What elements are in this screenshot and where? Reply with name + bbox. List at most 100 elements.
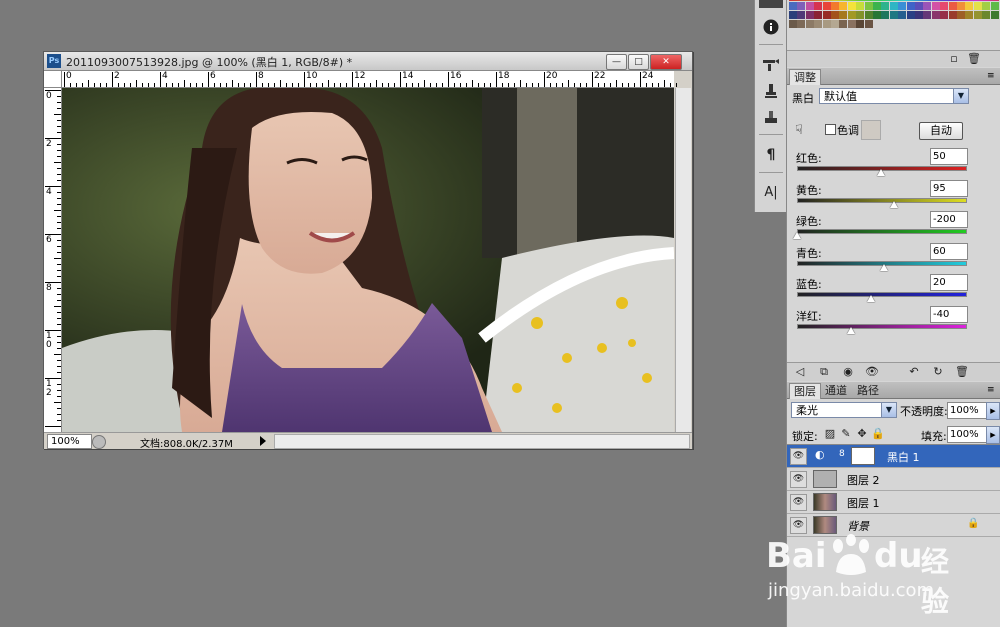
eye-icon[interactable]: 👁 (790, 448, 807, 465)
color-swatch[interactable] (923, 11, 932, 19)
color-swatch[interactable] (847, 2, 856, 10)
color-swatch[interactable] (856, 11, 865, 19)
slider-track[interactable] (797, 229, 967, 234)
vertical-ruler[interactable]: 0 2 4 6 8 10 12 (44, 88, 62, 433)
slider-thumb[interactable] (793, 232, 801, 239)
color-swatch[interactable] (881, 2, 890, 10)
tint-checkbox[interactable] (825, 124, 836, 135)
horizontal-ruler[interactable]: 0 2 4 6 8 10 12 14 16 18 20 22 24 (62, 71, 677, 88)
color-swatch[interactable] (982, 2, 991, 10)
slider-track[interactable] (797, 323, 967, 329)
status-arrow-icon[interactable] (260, 436, 266, 446)
eye-icon[interactable]: 👁 (790, 494, 807, 511)
slider-value-field[interactable]: 20 (930, 274, 968, 291)
panel-menu-icon[interactable]: ≡ (987, 71, 995, 81)
clip-layer-icon[interactable]: ◉ (841, 365, 855, 379)
color-swatch[interactable] (805, 2, 814, 10)
tint-color-swatch[interactable] (861, 120, 881, 140)
eye-icon[interactable]: 👁 (790, 471, 807, 488)
layer-row-2[interactable]: 👁 图层 2 (787, 468, 1000, 491)
color-swatch[interactable] (990, 2, 999, 10)
color-swatch[interactable] (797, 2, 806, 10)
auto-button[interactable]: 自动 (919, 122, 963, 140)
color-swatch[interactable] (915, 11, 923, 19)
slider-thumb[interactable] (880, 263, 889, 271)
expand-view-icon[interactable]: ⧉ (817, 365, 831, 379)
preset-select[interactable]: 默认值 ▼ (819, 88, 969, 104)
color-swatch[interactable] (822, 2, 831, 10)
color-swatch[interactable] (923, 2, 932, 10)
color-swatch[interactable] (982, 11, 991, 19)
color-swatch[interactable] (814, 20, 823, 28)
layer-mask-thumbnail[interactable] (851, 447, 875, 465)
color-swatch[interactable] (805, 20, 814, 28)
panel-menu-icon[interactable]: ≡ (987, 385, 995, 395)
document-window[interactable]: Ps 2011093007513928.jpg @ 100% (黑白 1, RG… (43, 51, 693, 450)
minimize-button[interactable]: — (606, 54, 627, 70)
color-swatch[interactable] (915, 2, 923, 10)
color-swatch[interactable] (931, 11, 940, 19)
layer-name[interactable]: 黑白 1 (887, 449, 920, 465)
color-swatch[interactable] (847, 11, 856, 19)
layer-name[interactable]: 图层 1 (847, 495, 880, 511)
back-icon[interactable]: ◁ (793, 365, 807, 379)
color-swatch[interactable] (948, 2, 957, 10)
layer-row-1[interactable]: 👁 图层 1 (787, 491, 1000, 514)
color-swatch[interactable] (881, 11, 890, 19)
swatch-row-top[interactable] (789, 0, 999, 1)
color-swatch[interactable] (797, 20, 806, 28)
status-menu-icon[interactable] (92, 435, 106, 449)
restore-button[interactable]: □ (628, 54, 649, 70)
color-swatch[interactable] (864, 2, 873, 10)
visibility-icon[interactable]: 👁 (865, 365, 879, 379)
color-swatch[interactable] (973, 11, 982, 19)
slider-value-field[interactable]: -40 (930, 305, 968, 323)
slider-thumb[interactable] (890, 200, 899, 208)
color-swatch[interactable] (831, 11, 839, 19)
character-icon[interactable]: A| (759, 182, 783, 204)
color-swatch[interactable] (873, 11, 881, 19)
color-swatch[interactable] (831, 2, 839, 10)
layer-row-bw[interactable]: 👁 ◐ 8 黑白 1 (787, 445, 1000, 468)
lock-pixels-icon[interactable]: ✎ (839, 427, 853, 441)
image-canvas[interactable] (62, 88, 674, 432)
color-swatch[interactable] (831, 20, 839, 28)
color-swatch[interactable] (898, 11, 907, 19)
blend-mode-select[interactable]: 柔光 ▼ (791, 402, 897, 418)
color-swatch[interactable] (957, 11, 965, 19)
color-swatch[interactable] (973, 2, 982, 10)
tab-channels[interactable]: 通道 (821, 383, 851, 398)
slider-thumb[interactable] (877, 169, 885, 176)
color-swatch[interactable] (839, 11, 848, 19)
slider-thumb[interactable] (846, 326, 855, 334)
previous-state-icon[interactable]: ↶ (907, 365, 921, 379)
color-swatch[interactable] (940, 2, 949, 10)
lock-position-icon[interactable]: ✥ (855, 427, 869, 441)
slider-thumb[interactable] (866, 295, 875, 302)
color-swatch[interactable] (873, 2, 881, 10)
color-swatch[interactable] (906, 11, 915, 19)
color-swatch[interactable] (898, 2, 907, 10)
color-swatch[interactable] (839, 20, 848, 28)
color-swatch[interactable] (957, 2, 965, 10)
opacity-field[interactable]: 100% (947, 402, 987, 419)
color-swatch[interactable] (889, 11, 898, 19)
color-swatch[interactable] (864, 11, 873, 19)
color-swatch[interactable] (839, 2, 848, 10)
lock-all-icon[interactable]: 🔒 (871, 427, 885, 441)
color-swatch[interactable] (797, 11, 806, 19)
document-title-bar[interactable]: Ps 2011093007513928.jpg @ 100% (黑白 1, RG… (44, 52, 692, 71)
horizontal-scrollbar[interactable] (274, 434, 690, 449)
color-swatch[interactable] (940, 11, 949, 19)
info-icon[interactable] (759, 16, 783, 38)
color-swatch[interactable] (805, 11, 814, 19)
color-swatch[interactable] (789, 11, 797, 19)
reset-icon[interactable]: ↻ (931, 365, 945, 379)
slider-track[interactable] (797, 197, 967, 203)
vertical-scrollbar[interactable] (675, 88, 691, 432)
tool-presets-icon[interactable] (759, 106, 783, 128)
paragraph-icon[interactable]: ¶ (759, 144, 783, 166)
slider-value-field[interactable]: 60 (930, 242, 968, 260)
color-swatch[interactable] (889, 2, 898, 10)
tab-adjustments[interactable]: 调整 (789, 69, 821, 85)
